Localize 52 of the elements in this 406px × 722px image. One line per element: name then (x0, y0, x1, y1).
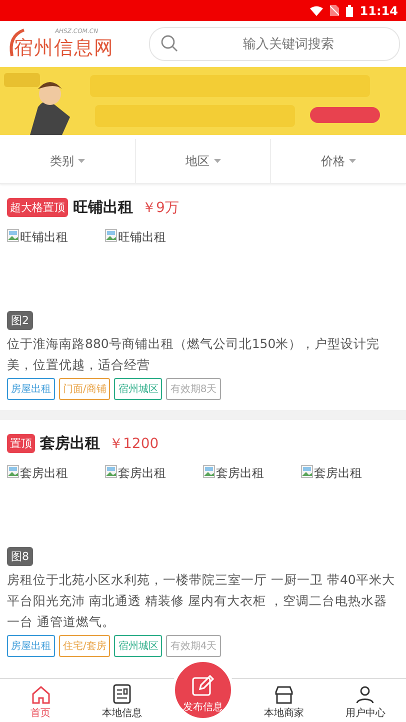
tag: 房屋出租 (7, 378, 55, 400)
image-alt-text: 套房出租 (314, 465, 362, 482)
image-alt-text: 套房出租 (20, 465, 68, 482)
tag: 有效期4天 (166, 635, 221, 657)
user-icon (356, 686, 374, 704)
tab[interactable]: 用户中心 (324, 679, 406, 722)
tab[interactable]: 首页 (0, 679, 82, 722)
filter-dropdown[interactable]: 价格 (270, 139, 406, 183)
battery-icon (346, 4, 353, 16)
top-badge: 置顶 (7, 434, 35, 453)
tag: 有效期8天 (166, 378, 221, 400)
filter-dropdown[interactable]: 地区 (134, 139, 270, 183)
caret-icon (78, 159, 85, 163)
tag: 宿州城区 (114, 378, 162, 400)
search-field[interactable]: 输入关键词搜索 (149, 27, 400, 61)
publish-button[interactable]: 发布信息 (172, 659, 234, 721)
status-time: 11:14 (360, 4, 398, 18)
caret-icon (214, 159, 220, 163)
filter-dropdown[interactable]: 类别 (0, 139, 135, 183)
no-sim-icon (330, 5, 339, 16)
image-count: 图2 (7, 311, 33, 330)
tag: 门面/商铺 (59, 378, 110, 400)
listing-title[interactable]: 套房出租 (40, 434, 100, 453)
top-badge: 超大格置顶 (7, 198, 68, 217)
listing-description: 位于淮海南路880号商铺出租（燃气公司北150米），户型设计完美，位置优越，适合经营 (7, 335, 381, 374)
store-icon (274, 686, 294, 704)
tag: 住宅/套房 (59, 635, 110, 657)
image-alt-text: 套房出租 (118, 465, 166, 482)
image-count: 图8 (7, 547, 33, 566)
broken-image-icon (105, 229, 117, 242)
home-icon (30, 686, 51, 704)
listing-price: ￥9万 (142, 198, 179, 216)
listing-price: ￥1200 (109, 434, 159, 452)
tab[interactable]: 本地信息 (81, 679, 162, 722)
image-alt-text: 套房出租 (216, 465, 264, 482)
broken-image-icon (7, 465, 19, 478)
wifi-icon (310, 6, 323, 16)
edit-icon (192, 675, 214, 697)
image-alt-text: 旺铺出租 (20, 229, 68, 246)
listing-description: 房租位于北苑小区水利苑，一楼带院三室一厅 一厨一卫 带40平米大平台阳光充沛 南北通透 精装修 屋内有大衣柜 ，空调二台电热水器一台 通管道燃气。 (7, 571, 396, 631)
broken-image-icon (105, 465, 117, 478)
caret-icon (349, 159, 356, 163)
broken-image-icon (203, 465, 215, 478)
search-icon (161, 35, 178, 52)
image-alt-text: 旺铺出租 (118, 229, 166, 246)
tag: 宿州城区 (114, 635, 162, 657)
tag: 房屋出租 (7, 635, 55, 657)
broken-image-icon (7, 229, 19, 242)
listing-title[interactable]: 旺铺出租 (73, 198, 133, 217)
broken-image-icon (301, 465, 313, 478)
tab[interactable]: 本地商家 (244, 679, 325, 722)
document-icon (112, 684, 131, 704)
